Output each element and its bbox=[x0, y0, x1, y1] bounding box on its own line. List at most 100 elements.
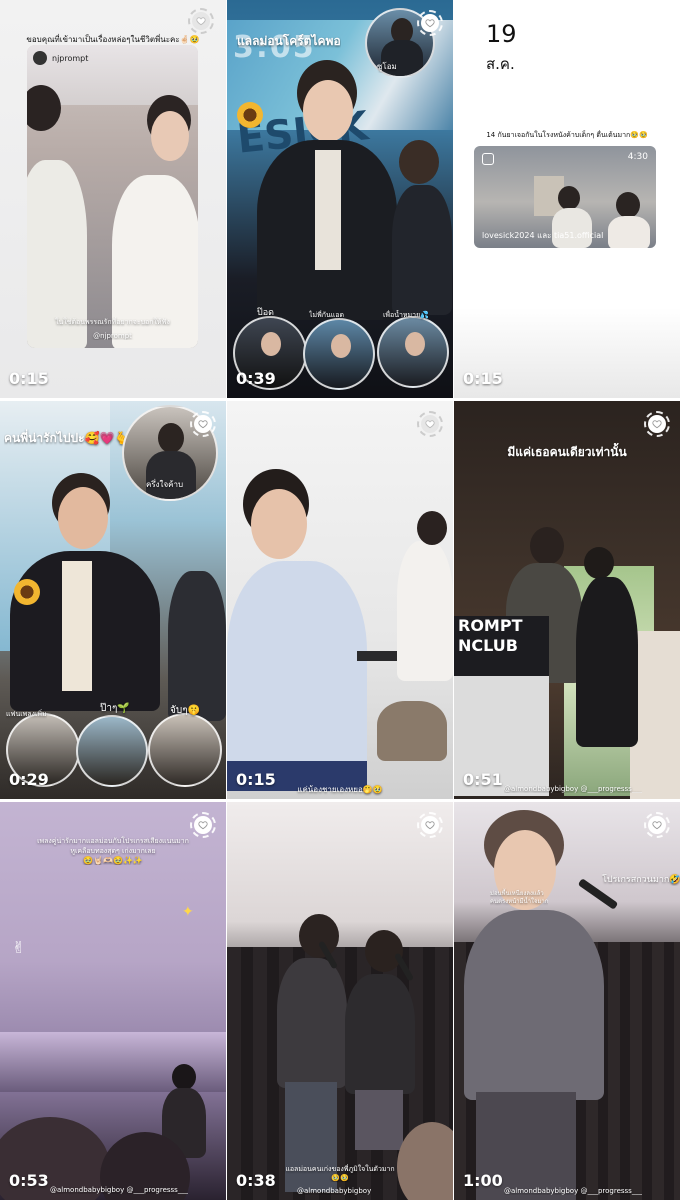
person-figure bbox=[558, 186, 580, 210]
story-caption-right: โปรเกรสกวนมาก🤣🤣 bbox=[602, 875, 680, 885]
person-figure bbox=[146, 451, 196, 499]
person-figure bbox=[608, 216, 650, 248]
person-figure bbox=[365, 930, 403, 972]
person-figure bbox=[616, 192, 640, 218]
inset-label: ซูโอม bbox=[377, 62, 397, 71]
story-credit: @almondbabybigboy @___progresss___ bbox=[504, 785, 643, 793]
story-tile-6[interactable]: มีแค่เธอคนเดียวเท่านั้น ROMPT NCLUB @alm… bbox=[454, 401, 680, 799]
video-duration: 0:51 bbox=[463, 770, 503, 789]
story-tile-5[interactable]: แค่น้องชายเองหยอ🤭🥹 0:15 bbox=[227, 401, 453, 799]
person-figure bbox=[417, 511, 447, 545]
person-figure bbox=[299, 914, 339, 958]
video-duration: 0:15 bbox=[236, 770, 276, 789]
highlights-grid: ขอบคุณที่เข้ามาเป็นเรื่องหล่อๆในชีวิตพี่… bbox=[0, 0, 680, 1200]
person-figure bbox=[464, 910, 604, 1100]
person-face bbox=[303, 80, 353, 142]
person-figure bbox=[261, 332, 281, 356]
reels-icon bbox=[482, 153, 494, 165]
video-duration: 0:39 bbox=[236, 369, 276, 388]
inset-caption: ไม่พี่กันแอด bbox=[309, 311, 345, 319]
inset-label: ป๊าๆ🌱 bbox=[100, 703, 130, 714]
circle-inset-video bbox=[377, 316, 449, 388]
story-tile-2[interactable]: 3:05 ESICK แลลม่อนโคร์ตไคพอ ซูโอม ป๊อด ไ… bbox=[227, 0, 453, 398]
story-tile-4[interactable]: คนพี่น่ารักไปปะ🥰💗🫰 ครึ่งใจค้าบ ป๊าๆ🌱 จับ… bbox=[0, 401, 226, 799]
story-tile-8[interactable]: แอลม่อนคนเก่งของพี่ภูมิใจในตัวมาก 🥹🥹 @al… bbox=[227, 802, 453, 1200]
rock-hand-icon: ✌ bbox=[12, 938, 26, 957]
story-caption-bottom: ในใช่ต้อนพรรณรักที่อยากจะบอกให้ฟัง bbox=[55, 318, 170, 326]
sunflower-sticker bbox=[237, 102, 263, 128]
story-caption-left-2: คนตรงหน้ามีน้ำใจมาก bbox=[490, 898, 549, 905]
event-sign: ROMPT NCLUB bbox=[454, 616, 549, 676]
person-figure bbox=[552, 208, 592, 248]
highlight-heart-icon bbox=[644, 411, 670, 437]
reel-duration: 4:30 bbox=[627, 152, 648, 162]
story-caption-top: แลลม่อนโคร์ตไคพอ bbox=[237, 34, 341, 48]
highlight-heart-icon bbox=[417, 411, 443, 437]
person-face bbox=[58, 487, 108, 549]
story-date-month: ส.ค. bbox=[486, 55, 515, 73]
inset-label: ป๊อด bbox=[257, 308, 274, 318]
person-figure bbox=[27, 85, 61, 131]
person-face bbox=[151, 111, 189, 161]
person-figure bbox=[331, 334, 351, 358]
video-duration: 1:00 bbox=[463, 1171, 503, 1190]
avatar bbox=[33, 51, 47, 65]
highlight-heart-icon bbox=[190, 812, 216, 838]
shirt bbox=[62, 561, 92, 691]
sign-text: NCLUB bbox=[458, 636, 518, 655]
story-credit: @almondbabybigboy @___progresss___ bbox=[504, 1187, 643, 1195]
inset-caption: เพื่อน้ำหมาย💦 bbox=[383, 311, 429, 319]
person-figure bbox=[576, 577, 638, 747]
circle-inset-video bbox=[303, 318, 375, 390]
reel-credit: lovesick2024 และ tia51.official bbox=[482, 231, 604, 240]
shirt bbox=[315, 150, 341, 270]
person-figure bbox=[530, 527, 564, 565]
circle-inset-video bbox=[148, 713, 222, 787]
person-figure bbox=[405, 332, 425, 356]
highlight-heart-icon bbox=[417, 812, 443, 838]
person-figure bbox=[392, 185, 452, 315]
person-figure bbox=[397, 541, 453, 681]
video-duration: 0:15 bbox=[9, 369, 49, 388]
shared-reel-card: 4:30 lovesick2024 และ tia51.official bbox=[474, 146, 656, 248]
story-credit: @almondbabybigboy @___progresss___ bbox=[50, 1186, 189, 1194]
person-figure bbox=[158, 423, 184, 453]
story-caption-top: มีแค่เธอคนเดียวเท่านั้น bbox=[507, 445, 627, 459]
inset-caption: แฟนเพลงเพิ่ม bbox=[6, 710, 47, 718]
story-tile-7[interactable]: เพลงคู่น่ารักมากแอลม่อนกับโปรเกรสเสียงแน… bbox=[0, 802, 226, 1200]
story-tile-3[interactable]: 19 ส.ค. 14 กันยาเจอกันในโรงหนังค้าบเด็กๆ… bbox=[454, 0, 680, 398]
story-date-day: 19 bbox=[486, 20, 517, 48]
story-tile-1[interactable]: ขอบคุณที่เข้ามาเป็นเรื่องหล่อๆในชีวิตพี่… bbox=[0, 0, 226, 398]
inset-label: ครึ่งใจค้าบ bbox=[146, 480, 184, 489]
story-caption: 14 กันยาเจอกันในโรงหนังค้าบเด็กๆ ตื่นเต้… bbox=[486, 131, 648, 139]
circle-inset-video bbox=[76, 715, 148, 787]
person-figure bbox=[168, 571, 226, 721]
shorts bbox=[355, 1090, 403, 1150]
story-mention: @njprompt bbox=[93, 332, 132, 340]
person-figure bbox=[584, 547, 614, 579]
sparkle-icon: ✦ bbox=[182, 904, 194, 920]
reposted-story-card: njprompt ในใช่ต้อนพรรณรักที่อยากจะบอกให้… bbox=[27, 45, 198, 348]
person-figure bbox=[345, 974, 415, 1094]
video-duration: 0:38 bbox=[236, 1171, 276, 1190]
highlight-heart-icon bbox=[417, 10, 443, 36]
story-caption-top: คนพี่น่ารักไปปะ🥰💗🫰 bbox=[4, 431, 130, 445]
story-author: njprompt bbox=[33, 51, 88, 65]
highlight-heart-icon bbox=[188, 8, 214, 34]
person-figure bbox=[277, 958, 347, 1088]
story-caption-line-3: 🥹🤘🏻🫶🏻🥹✨✨ bbox=[83, 856, 143, 865]
video-duration: 0:15 bbox=[463, 369, 503, 388]
person-figure bbox=[399, 140, 439, 184]
sunflower-prop bbox=[14, 579, 40, 605]
inset-label: จับๆ🤫 bbox=[170, 705, 201, 716]
person-face bbox=[251, 489, 307, 559]
video-duration: 0:29 bbox=[9, 770, 49, 789]
person-figure bbox=[377, 701, 447, 761]
highlight-heart-icon bbox=[644, 812, 670, 838]
sign-text: ROMPT bbox=[458, 616, 523, 635]
story-tile-9[interactable]: ม่อนพื้นเหนียงลงแล้ว คนตรงหน้ามีน้ำใจมาก… bbox=[454, 802, 680, 1200]
video-duration: 0:53 bbox=[9, 1171, 49, 1190]
person-figure bbox=[172, 1064, 196, 1090]
story-credit: @almondbabybigboy bbox=[297, 1187, 372, 1195]
highlight-heart-icon bbox=[190, 411, 216, 437]
